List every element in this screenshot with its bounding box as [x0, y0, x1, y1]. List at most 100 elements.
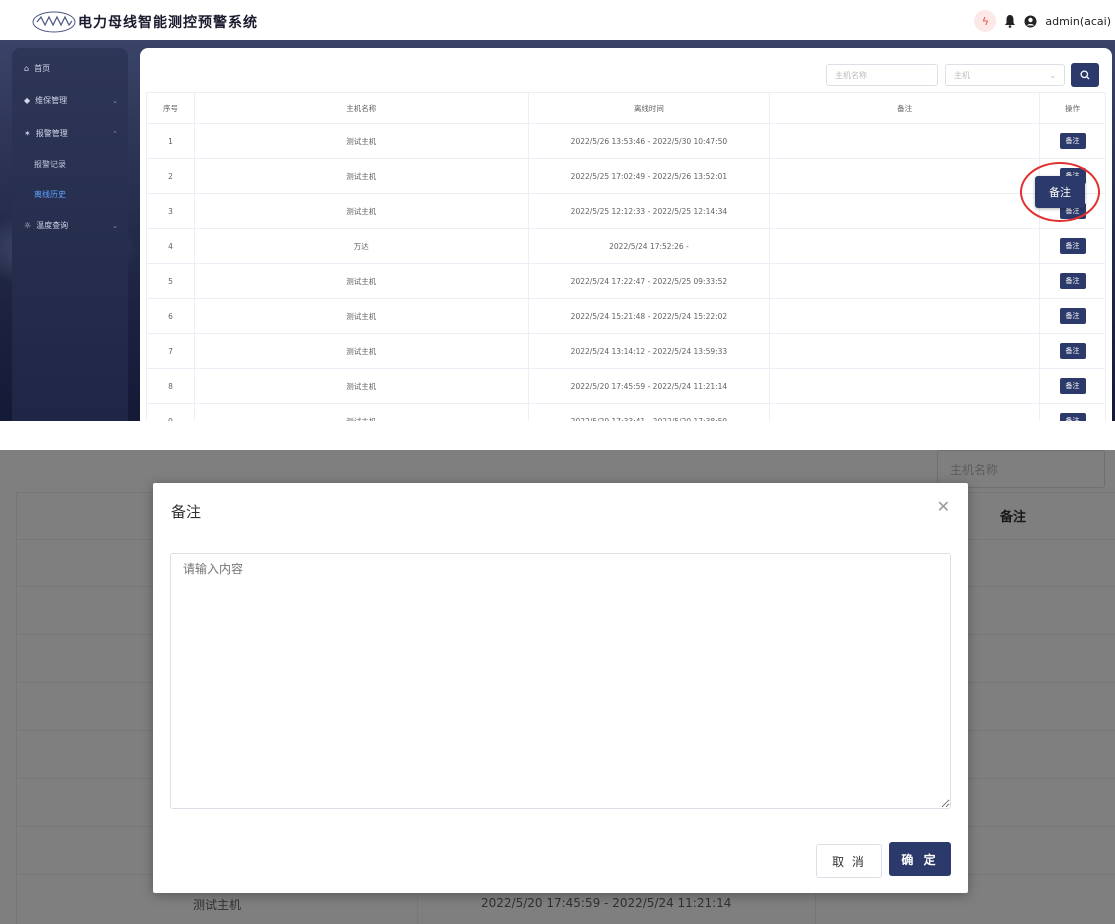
row-index: 8 — [146, 368, 195, 404]
sidebar-item-label: 首页 — [34, 64, 51, 73]
cancel-button[interactable]: 取 消 — [816, 844, 882, 878]
user-icon[interactable] — [1024, 15, 1037, 28]
table-row: 3 测试主机 2022/5/25 12:12:33 - 2022/5/25 12:1… — [146, 193, 1106, 229]
chevron-down-icon: ⌄ — [1049, 71, 1056, 80]
row-offline-time: 2022/5/20 17:45:59 - 2022/5/24 11:21:14 — [528, 368, 771, 404]
app-title: 电力母线智能测控预警系统 — [78, 15, 258, 31]
table-row: 4 万达 2022/5/24 17:52:26 - 备注 — [146, 228, 1106, 264]
row-remark — [769, 228, 1041, 264]
column-header: 备注 — [769, 92, 1041, 124]
dialog-title: 备注 — [171, 503, 202, 521]
dialog-screenshot: 主机名称 备注 测试主机 2022/5/20 17:45:59 - 2022/5… — [0, 450, 1115, 924]
row-offline-time: 2022/5/25 12:12:33 - 2022/5/25 12:14:34 — [528, 193, 771, 229]
remark-button[interactable]: 备注 — [1059, 308, 1086, 324]
row-remark — [769, 263, 1041, 299]
row-index: 5 — [146, 263, 195, 299]
host-select[interactable]: 主机 ⌄ — [945, 64, 1065, 86]
remark-dialog: 备注 ✕ 取 消 确 定 — [153, 483, 968, 893]
chevron-down-icon: ⌄ — [112, 221, 118, 230]
row-remark — [769, 298, 1041, 334]
remark-textarea[interactable] — [170, 553, 951, 809]
row-host-name: 测试主机 — [194, 193, 529, 229]
chevron-down-icon: ⌄ — [112, 96, 118, 105]
remark-button[interactable]: 备注 — [1059, 343, 1086, 359]
search-button[interactable] — [1071, 63, 1099, 87]
sidebar-item-label: 离线历史 — [34, 190, 66, 199]
table-row: 6 测试主机 2022/5/24 15:21:48 - 2022/5/24 15:2… — [146, 298, 1106, 334]
row-offline-time: 2022/5/24 15:21:48 - 2022/5/24 15:22:02 — [528, 298, 771, 334]
sidebar-item-label: 温度查询 — [36, 221, 69, 230]
row-actions: 备注 — [1039, 368, 1106, 404]
chevron-up-icon: ⌃ — [112, 129, 118, 138]
alarm-light-icon: ✶ — [24, 129, 31, 138]
bell-icon[interactable] — [1004, 14, 1016, 28]
sidebar-item-temperature[interactable]: ☼ 温度查询 ⌄ — [24, 220, 124, 231]
username[interactable]: admin(acai) — [1045, 15, 1111, 28]
home-icon: ⌂ — [24, 64, 30, 73]
row-host-name: 测试主机 — [194, 123, 529, 159]
sidebar-item-maintenance[interactable]: ◆ 维保管理 ⌄ — [24, 95, 124, 106]
row-actions: 备注 — [1039, 228, 1106, 264]
column-header: 主机名称 — [194, 92, 529, 124]
sun-icon: ☼ — [24, 221, 32, 230]
row-host-name: 测试主机 — [194, 298, 529, 334]
logo-icon — [32, 11, 76, 33]
row-offline-time: 2022/5/25 17:02:49 - 2022/5/26 13:52:01 — [528, 158, 771, 194]
row-remark — [769, 333, 1041, 369]
row-host-name: 测试主机 — [194, 368, 529, 404]
table-row: 8 测试主机 2022/5/20 17:45:59 - 2022/5/24 11:2… — [146, 368, 1106, 404]
row-offline-time: 2022/5/24 17:22:47 - 2022/5/25 09:33:52 — [528, 263, 771, 299]
sidebar-item-alarm-records[interactable]: 报警记录 — [34, 159, 134, 170]
remark-button[interactable]: 备注 — [1059, 378, 1086, 394]
row-remark — [769, 403, 1041, 421]
column-header: 序号 — [146, 92, 195, 124]
row-remark — [769, 158, 1041, 194]
row-offline-time: 2022/5/24 13:14:12 - 2022/5/24 13:59:33 — [528, 333, 771, 369]
top-header: 电力母线智能测控预警系统 ϟ admin(acai) — [0, 0, 1115, 40]
offline-history-table: 序号 主机名称 离线时间 备注 操作 1 测试主机 2022/5/26 13:53:… — [146, 92, 1106, 421]
row-remark — [769, 368, 1041, 404]
row-actions: 备注 — [1039, 403, 1106, 421]
close-icon[interactable]: ✕ — [937, 497, 950, 516]
row-offline-time: 2022/5/24 17:52:26 - — [528, 228, 771, 264]
row-actions: 备注 — [1039, 333, 1106, 369]
row-host-name: 万达 — [194, 228, 529, 264]
row-index: 6 — [146, 298, 195, 334]
remark-button[interactable]: 备注 — [1059, 133, 1086, 149]
confirm-button[interactable]: 确 定 — [889, 842, 951, 876]
table-row: 5 测试主机 2022/5/24 17:22:47 - 2022/5/25 09:3… — [146, 263, 1106, 299]
alarm-bolt-icon[interactable]: ϟ — [974, 10, 997, 32]
host-name-input[interactable]: 主机名称 — [826, 64, 938, 86]
remark-button[interactable]: 备注 — [1059, 413, 1086, 421]
row-offline-time: 2022/5/20 17:33:41 - 2022/5/20 17:38:59 — [528, 403, 771, 421]
row-offline-time: 2022/5/26 13:53:46 - 2022/5/30 10:47:50 — [528, 123, 771, 159]
sidebar-item-offline-history[interactable]: 离线历史 — [34, 189, 134, 200]
table-row: 9 测试主机 2022/5/20 17:33:41 - 2022/5/20 17:3… — [146, 403, 1106, 421]
row-host-name: 测试主机 — [194, 403, 529, 421]
row-index: 7 — [146, 333, 195, 369]
row-index: 4 — [146, 228, 195, 264]
graduation-cap-icon: ◆ — [24, 96, 31, 105]
sidebar-item-label: 报警记录 — [34, 160, 66, 169]
row-actions: 备注 — [1039, 263, 1106, 299]
table-screenshot: 电力母线智能测控预警系统 ϟ admin(acai) ⌂ 首页 ◆ 维保管理 ⌄ — [0, 0, 1115, 421]
column-header: 离线时间 — [528, 92, 771, 124]
remark-button[interactable]: 备注 — [1059, 238, 1086, 254]
row-index: 1 — [146, 123, 195, 159]
table-row: 1 测试主机 2022/5/26 13:53:46 - 2022/5/30 10:4… — [146, 123, 1106, 159]
row-host-name: 测试主机 — [194, 263, 529, 299]
row-index: 3 — [146, 193, 195, 229]
row-host-name: 测试主机 — [194, 333, 529, 369]
row-index: 9 — [146, 403, 195, 421]
sidebar-item-alarm[interactable]: ✶ 报警管理 ⌃ — [24, 128, 124, 139]
row-actions: 备注 — [1039, 123, 1106, 159]
row-host-name: 测试主机 — [194, 158, 529, 194]
table-row: 7 测试主机 2022/5/24 13:14:12 - 2022/5/24 13:5… — [146, 333, 1106, 369]
highlight-circle — [1020, 162, 1100, 222]
remark-button[interactable]: 备注 — [1059, 273, 1086, 289]
table-row: 2 测试主机 2022/5/25 17:02:49 - 2022/5/26 13:5… — [146, 158, 1106, 194]
sidebar-item-label: 维保管理 — [35, 96, 68, 105]
sidebar: ⌂ 首页 ◆ 维保管理 ⌄ ✶ 报警管理 ⌃ 报警记录 离线历史 ☼ 温度查询 … — [12, 48, 128, 421]
search-icon — [1080, 70, 1090, 80]
sidebar-item-home[interactable]: ⌂ 首页 — [24, 63, 124, 74]
